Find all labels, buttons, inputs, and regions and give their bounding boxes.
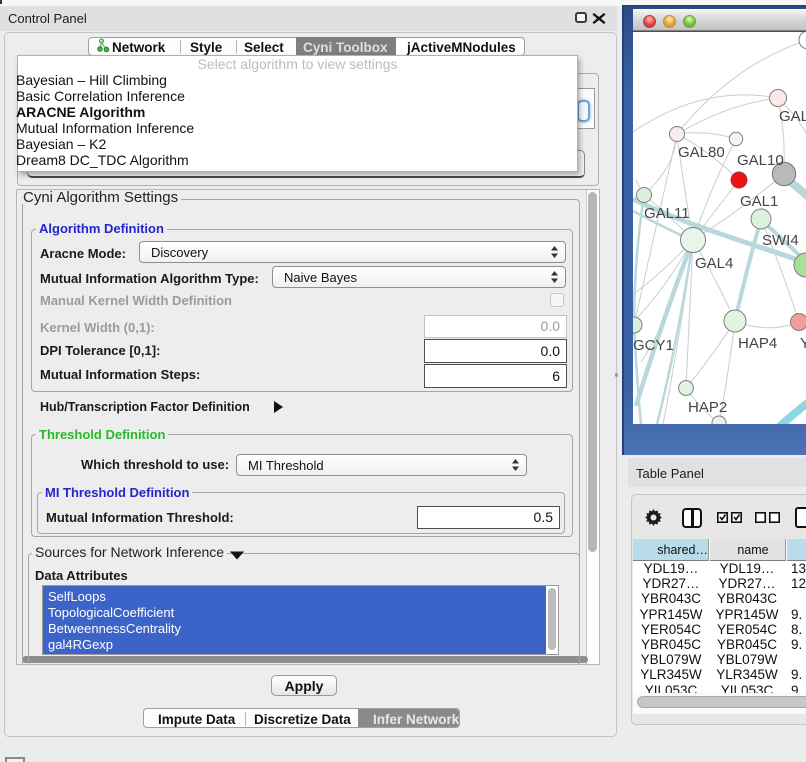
- svg-text:GAL: GAL: [779, 108, 806, 125]
- svg-text:GAL80: GAL80: [678, 144, 725, 161]
- svg-text:GAL11: GAL11: [644, 205, 690, 222]
- svg-text:HAP4: HAP4: [738, 335, 777, 352]
- svg-text:GCY1: GCY1: [633, 337, 674, 354]
- svg-text:Y: Y: [800, 335, 806, 352]
- svg-text:HAP2: HAP2: [688, 399, 727, 416]
- svg-text:SWI4: SWI4: [762, 232, 799, 249]
- svg-text:GAL4: GAL4: [695, 255, 733, 272]
- svg-text:GAL1: GAL1: [740, 193, 778, 210]
- svg-text:GAL10: GAL10: [737, 152, 784, 169]
